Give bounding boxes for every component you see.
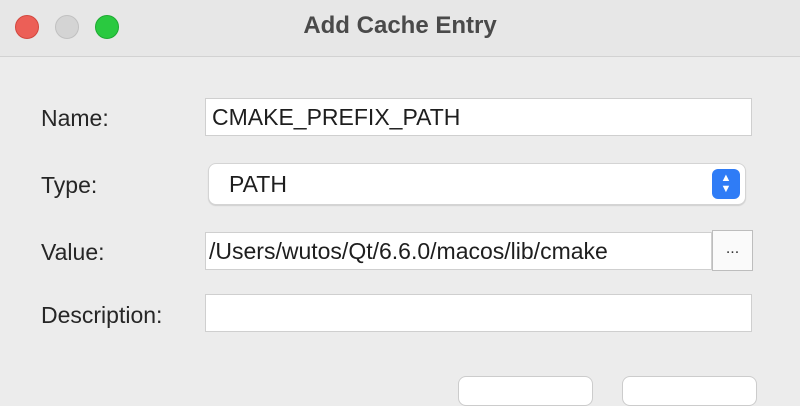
browse-button[interactable]: ... [712,230,753,271]
description-field[interactable] [205,294,752,332]
title-bar: Add Cache Entry [0,0,800,57]
name-field[interactable]: CMAKE_PREFIX_PATH [205,98,752,136]
description-label: Description: [41,302,163,328]
type-label: Type: [41,172,98,198]
minimize-window-button[interactable] [55,15,79,39]
value-field[interactable]: /Users/wutos/Qt/6.6.0/macos/lib/cmake [205,232,712,270]
ok-button[interactable] [622,376,757,406]
zoom-window-button[interactable] [95,15,119,39]
window-title: Add Cache Entry [303,12,497,39]
value-label: Value: [41,239,105,265]
type-select[interactable]: PATH ▲ ▼ [208,163,746,205]
close-window-button[interactable] [15,15,39,39]
name-label: Name: [41,105,109,131]
type-select-value: PATH [229,171,287,197]
chevron-up-down-icon[interactable]: ▲ ▼ [712,169,740,199]
cancel-button[interactable] [458,376,593,406]
